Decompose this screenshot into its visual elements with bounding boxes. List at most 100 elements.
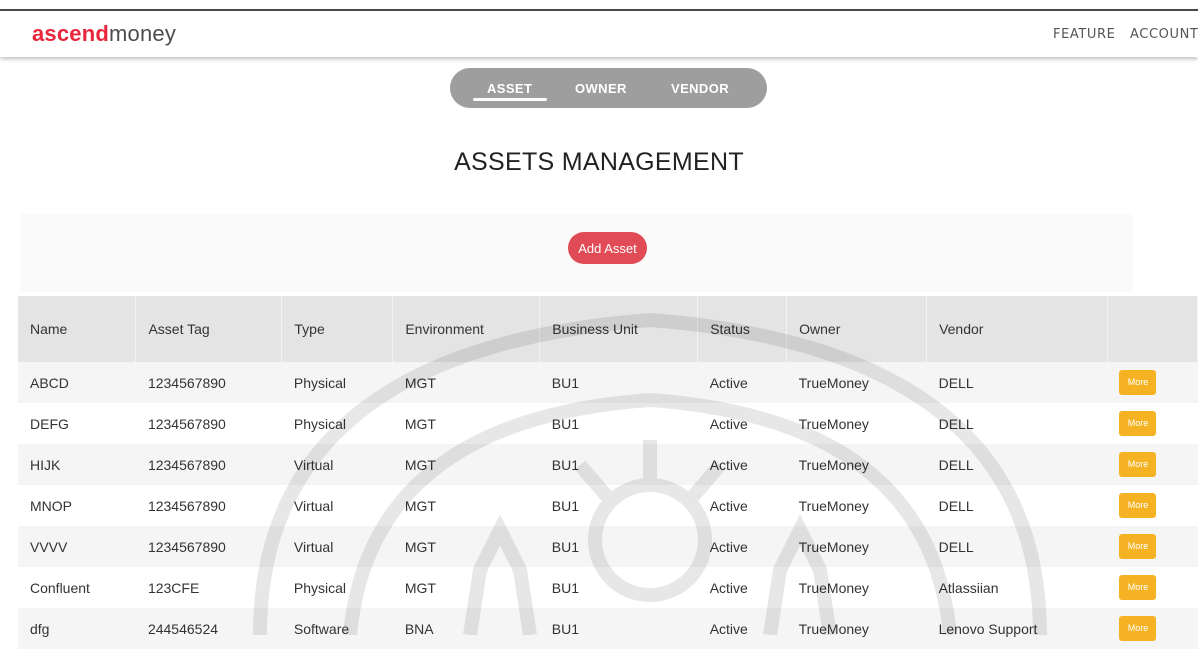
cell-owner: TrueMoney — [798, 579, 869, 596]
cell-environment: BNA — [404, 620, 434, 637]
cell-asset-tag: 1234567890 — [147, 497, 226, 514]
cell-asset-tag: 1234567890 — [147, 374, 226, 391]
assets-table: Name Asset Tag Type Environment Business… — [18, 296, 1198, 649]
cell-asset-tag: 244546524 — [147, 620, 219, 637]
cell-business-unit: BU1 — [551, 620, 580, 637]
cell-owner: TrueMoney — [798, 497, 869, 514]
table-row[interactable]: ABCD 1234567890 Physical MGT BU1 Active … — [18, 362, 1198, 403]
cell-environment: MGT — [404, 456, 436, 473]
cell-business-unit: BU1 — [551, 538, 580, 555]
more-button[interactable]: More — [1119, 493, 1157, 518]
column-header-business-unit[interactable]: Business Unit — [539, 296, 699, 362]
cell-actions: More — [1107, 608, 1197, 649]
cell-vendor: DELL — [938, 374, 974, 391]
cell-environment: MGT — [404, 415, 436, 432]
cell-asset-tag: 123CFE — [147, 579, 200, 596]
cell-vendor: DELL — [938, 538, 974, 555]
active-tab-indicator — [473, 98, 547, 101]
cell-environment: MGT — [404, 497, 436, 514]
cell-type: Physical — [293, 579, 347, 596]
cell-name: ABCD — [30, 374, 69, 391]
cell-status: Active — [709, 497, 748, 514]
cell-status: Active — [709, 415, 748, 432]
more-button[interactable]: More — [1119, 411, 1157, 436]
more-button[interactable]: More — [1119, 616, 1157, 641]
column-header-name[interactable]: Name — [18, 296, 137, 362]
more-button[interactable]: More — [1119, 575, 1157, 600]
cell-name: dfg — [30, 620, 50, 637]
cell-name: Confluent — [30, 579, 90, 596]
more-button[interactable]: More — [1119, 452, 1157, 477]
cell-vendor: DELL — [938, 497, 974, 514]
cell-vendor: DELL — [938, 415, 974, 432]
cell-owner: TrueMoney — [798, 620, 869, 637]
tab-vendor[interactable]: VENDOR — [671, 81, 729, 96]
nav-account-link[interactable]: ACCOUNT — [1130, 27, 1198, 42]
cell-owner: TrueMoney — [798, 456, 869, 473]
column-header-actions — [1107, 296, 1198, 362]
more-button[interactable]: More — [1119, 370, 1157, 395]
cell-status: Active — [709, 620, 748, 637]
cell-status: Active — [709, 538, 748, 555]
cell-name: HIJK — [30, 456, 61, 473]
tab-owner[interactable]: OWNER — [575, 81, 627, 96]
cell-actions: More — [1107, 403, 1197, 444]
more-button[interactable]: More — [1119, 534, 1157, 559]
cell-actions: More — [1107, 526, 1197, 567]
cell-status: Active — [709, 579, 748, 596]
brand-logo-part2: money — [109, 21, 177, 46]
column-header-status[interactable]: Status — [697, 296, 788, 362]
cell-asset-tag: 1234567890 — [147, 538, 226, 555]
cell-actions: More — [1107, 444, 1197, 485]
cell-type: Physical — [293, 374, 347, 391]
table-row[interactable]: HIJK 1234567890 Virtual MGT BU1 Active T… — [18, 444, 1198, 485]
navbar: ascendmoney FEATURE ACCOUNT — [0, 11, 1198, 57]
cell-name: MNOP — [30, 497, 72, 514]
cell-owner: TrueMoney — [798, 374, 869, 391]
column-header-vendor[interactable]: Vendor — [926, 296, 1108, 362]
column-header-owner[interactable]: Owner — [786, 296, 928, 362]
cell-vendor: DELL — [938, 456, 974, 473]
tab-asset[interactable]: ASSET — [487, 81, 532, 96]
cell-actions: More — [1107, 567, 1197, 608]
cell-name: VVVV — [30, 538, 68, 555]
table-row[interactable]: MNOP 1234567890 Virtual MGT BU1 Active T… — [18, 485, 1198, 526]
cell-environment: MGT — [404, 579, 436, 596]
cell-actions: More — [1107, 485, 1197, 526]
cell-asset-tag: 1234567890 — [147, 456, 226, 473]
page-title: ASSETS MANAGEMENT — [454, 148, 744, 176]
table-row[interactable]: dfg 244546524 Software BNA BU1 Active Tr… — [18, 608, 1198, 649]
brand-logo-part1: ascend — [32, 21, 110, 46]
nav-feature-link[interactable]: FEATURE — [1053, 27, 1115, 42]
cell-business-unit: BU1 — [551, 497, 580, 514]
cell-type: Virtual — [293, 497, 334, 514]
cell-environment: MGT — [404, 538, 436, 555]
cell-owner: TrueMoney — [798, 415, 869, 432]
section-tab-bar: ASSET OWNER VENDOR — [450, 68, 767, 108]
column-header-environment[interactable]: Environment — [392, 296, 541, 362]
table-header-row: Name Asset Tag Type Environment Business… — [18, 296, 1198, 362]
cell-type: Physical — [293, 415, 347, 432]
cell-type: Virtual — [293, 456, 334, 473]
cell-environment: MGT — [404, 374, 436, 391]
column-header-asset-tag[interactable]: Asset Tag — [135, 296, 283, 362]
cell-actions: More — [1107, 362, 1197, 403]
cell-business-unit: BU1 — [551, 415, 580, 432]
table-row[interactable]: DEFG 1234567890 Physical MGT BU1 Active … — [18, 403, 1198, 444]
table-row[interactable]: Confluent 123CFE Physical MGT BU1 Active… — [18, 567, 1198, 608]
cell-business-unit: BU1 — [551, 456, 580, 473]
cell-type: Virtual — [293, 538, 334, 555]
cell-status: Active — [709, 374, 748, 391]
table-row[interactable]: VVVV 1234567890 Virtual MGT BU1 Active T… — [18, 526, 1198, 567]
cell-asset-tag: 1234567890 — [147, 415, 226, 432]
cell-status: Active — [709, 456, 748, 473]
cell-business-unit: BU1 — [551, 579, 580, 596]
column-header-type[interactable]: Type — [281, 296, 394, 362]
cell-name: DEFG — [30, 415, 69, 432]
brand-logo[interactable]: ascendmoney — [32, 21, 176, 47]
cell-vendor: Lenovo Support — [938, 620, 1038, 637]
cell-vendor: Atlassiian — [938, 579, 999, 596]
cell-business-unit: BU1 — [551, 374, 580, 391]
cell-owner: TrueMoney — [798, 538, 869, 555]
add-asset-button[interactable]: Add Asset — [568, 232, 647, 264]
